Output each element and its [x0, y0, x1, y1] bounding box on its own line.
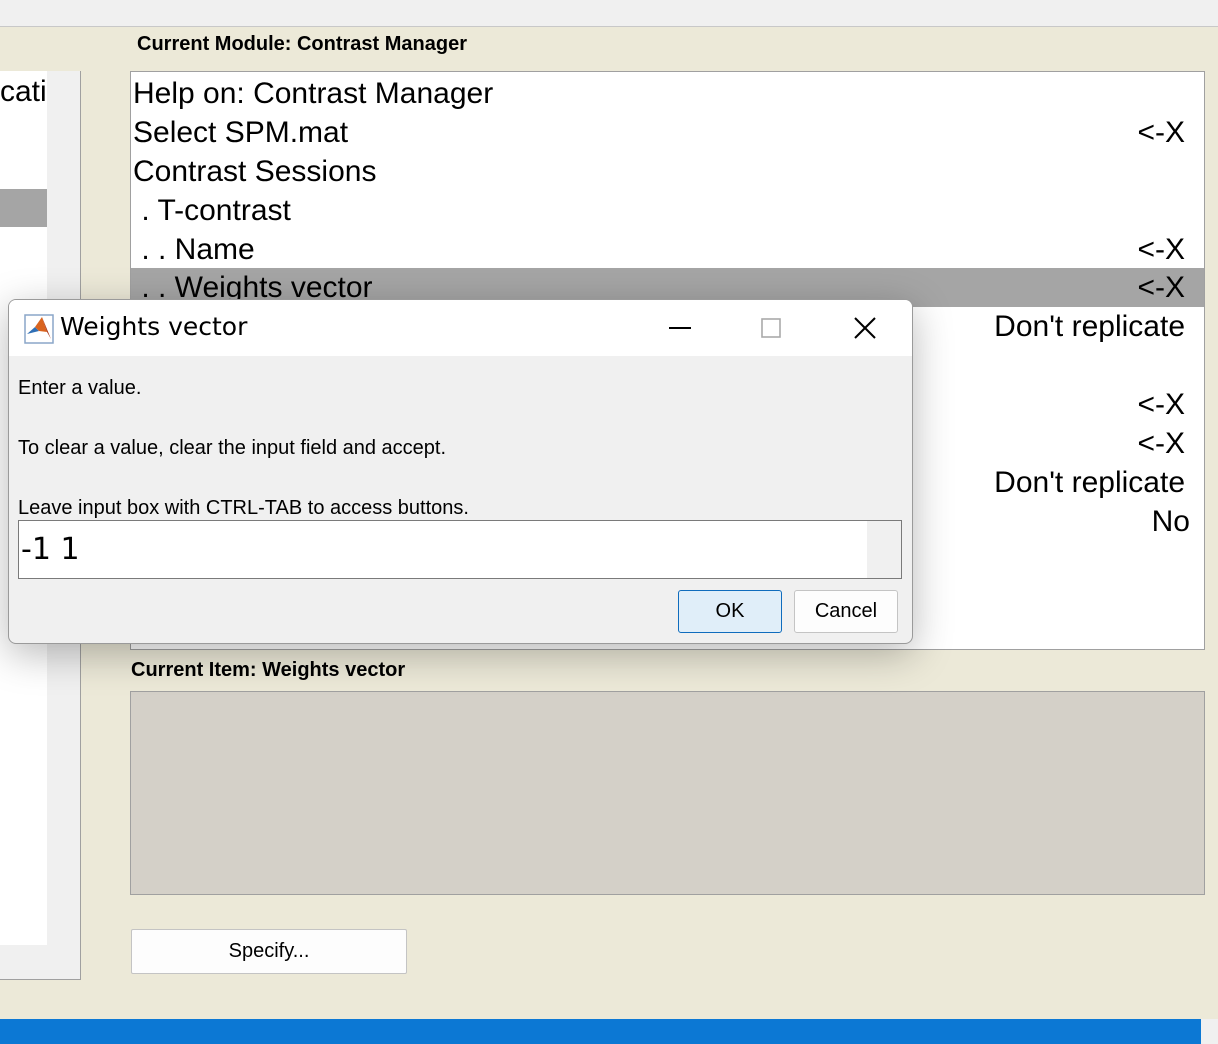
current-item-title: Current Item: Weights vector — [131, 659, 406, 681]
row-label: . T-contrast — [133, 194, 291, 227]
dialog-title: Weights vector — [60, 312, 248, 341]
current-module-title: Current Module: Contrast Manager — [137, 33, 468, 55]
row-value: No — [1151, 505, 1190, 538]
module-row[interactable]: . T-contrast — [131, 191, 1204, 230]
close-icon[interactable] — [842, 310, 888, 346]
row-value: <-X — [1137, 116, 1185, 149]
dialog-message-line: To clear a value, clear the input field … — [18, 437, 447, 459]
maximize-icon[interactable] — [747, 310, 793, 346]
row-label: Select SPM.mat — [133, 116, 349, 149]
weights-input-box — [18, 520, 902, 579]
module-row[interactable]: Contrast Sessions — [131, 152, 1204, 191]
row-value: <-X — [1137, 271, 1185, 304]
module-row[interactable]: Help on: Contrast Manager — [131, 74, 1204, 113]
module-row[interactable]: Select SPM.mat <-X — [131, 113, 1204, 152]
dialog-message-line: Leave input box with CTRL-TAB to access … — [18, 497, 469, 519]
row-value: <-X — [1137, 388, 1185, 421]
taskbar-edge — [1201, 1019, 1218, 1044]
dialog-titlebar[interactable]: Weights vector — [9, 300, 912, 356]
row-label: . . Name — [133, 233, 255, 266]
weights-vector-dialog: Weights vector Enter a value. To clear a… — [8, 299, 913, 644]
dialog-message-line: Enter a value. — [18, 377, 142, 399]
row-label: Contrast Sessions — [133, 155, 377, 188]
row-value: <-X — [1137, 233, 1185, 266]
input-scrollbar[interactable] — [867, 521, 901, 578]
specify-button[interactable]: Specify... — [131, 929, 407, 974]
cancel-button[interactable]: Cancel — [794, 590, 898, 633]
ok-button[interactable]: OK — [678, 590, 782, 633]
matlab-icon — [24, 314, 54, 344]
row-value: Don't replicate — [994, 466, 1185, 499]
weights-input[interactable] — [19, 521, 867, 578]
row-value: Don't replicate — [994, 310, 1185, 343]
left-list-text: cati — [0, 75, 47, 108]
minimize-icon[interactable] — [657, 310, 703, 346]
module-row[interactable]: . . Name <-X — [131, 230, 1204, 269]
row-label: Help on: Contrast Manager — [133, 77, 494, 110]
taskbar — [0, 1019, 1201, 1044]
top-strip — [0, 0, 1218, 27]
row-value: <-X — [1137, 427, 1185, 460]
left-list-selection[interactable] — [0, 189, 47, 227]
current-item-help-box — [130, 691, 1205, 895]
